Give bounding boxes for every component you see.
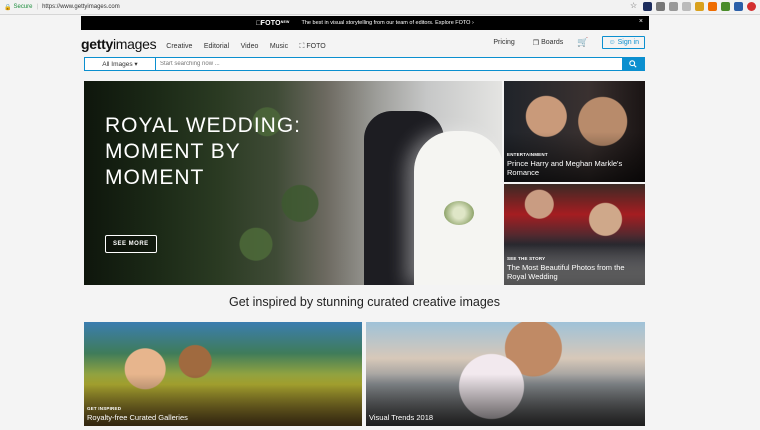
hero-bouquet (444, 201, 474, 225)
card-title: Royalty-free Curated Galleries (87, 413, 188, 422)
card-title: Visual Trends 2018 (369, 413, 434, 422)
secure-label: Secure (13, 4, 33, 10)
extension-icon-6[interactable] (708, 2, 717, 11)
gallery-card-curated[interactable]: GET INSPIRED Royalty-free Curated Galler… (84, 322, 362, 426)
promo-text[interactable]: The best in visual storytelling from our… (302, 20, 474, 26)
nav-editorial[interactable]: Editorial (204, 43, 229, 50)
header-actions: Pricing ❐ Boards 🛒 ☺ Sign in (493, 36, 645, 49)
search-button[interactable] (622, 58, 644, 70)
nav-video[interactable]: Video (241, 43, 259, 50)
search-icon (629, 60, 637, 68)
extension-icon-2[interactable] (656, 2, 665, 11)
search-input[interactable] (156, 58, 622, 70)
hero-title: ROYAL WEDDING: MOMENT BY MOMENT (105, 114, 302, 189)
pricing-link[interactable]: Pricing (493, 39, 514, 46)
card-title: The Most Beautiful Photos from the Royal… (507, 263, 625, 281)
extension-icon-8[interactable] (734, 2, 743, 11)
foto-promo-bar[interactable]: □FOTONEW The best in visual storytelling… (81, 16, 649, 30)
browser-extensions: ☆ (630, 2, 756, 11)
search-scope-dropdown[interactable]: All Images ▾ (85, 58, 156, 70)
hero-banner[interactable]: ROYAL WEDDING: MOMENT BY MOMENT SEE MORE (84, 81, 502, 285)
boards-icon: ❐ (532, 39, 540, 47)
feature-card-romance[interactable]: ENTERTAINMENT Prince Harry and Meghan Ma… (504, 81, 645, 182)
extension-icon-4[interactable] (682, 2, 691, 11)
site-header: gettyimages Creative Editorial Video Mus… (81, 33, 649, 55)
card-kicker: ENTERTAINMENT (507, 152, 548, 157)
extension-icon-7[interactable] (721, 2, 730, 11)
nav-music[interactable]: Music (270, 43, 288, 50)
section-heading: Get inspired by stunning curated creativ… (229, 295, 500, 309)
see-more-button[interactable]: SEE MORE (105, 235, 157, 253)
lock-icon: 🔒 (4, 4, 12, 11)
search-bar: All Images ▾ (84, 57, 645, 71)
user-icon: ☺ (608, 39, 616, 46)
url-separator: | (36, 4, 39, 10)
sign-in-button[interactable]: ☺ Sign in (602, 36, 645, 49)
extension-icon-9[interactable] (747, 2, 756, 11)
extension-icon-3[interactable] (669, 2, 678, 11)
boards-link[interactable]: ❐ Boards (533, 39, 563, 47)
card-kicker: GET INSPIRED (87, 406, 122, 411)
star-icon[interactable]: ☆ (630, 2, 639, 11)
extension-icon-5[interactable] (695, 2, 704, 11)
extension-icon-1[interactable] (643, 2, 652, 11)
close-icon[interactable]: × (639, 18, 643, 25)
url-text[interactable]: https://www.gettyimages.com (42, 4, 120, 10)
nav-foto[interactable]: ⛶ FOTO (300, 43, 326, 50)
foto-icon: ⛶ (299, 43, 305, 50)
foto-logo: □FOTONEW (256, 19, 290, 27)
gettyimages-logo[interactable]: gettyimages (81, 36, 157, 52)
card-title: Prince Harry and Meghan Markle's Romance (507, 159, 623, 177)
browser-address-bar[interactable]: 🔒 Secure | https://www.gettyimages.com ☆ (0, 0, 760, 15)
cart-icon[interactable]: 🛒 (577, 37, 588, 48)
gallery-card-visual-trends[interactable]: Visual Trends 2018 (366, 322, 645, 426)
feature-card-wedding-photos[interactable]: SEE THE STORY The Most Beautiful Photos … (504, 184, 645, 285)
card-kicker: SEE THE STORY (507, 256, 546, 261)
main-nav: Creative Editorial Video Music ⛶ FOTO (166, 35, 332, 53)
nav-creative[interactable]: Creative (166, 43, 192, 50)
